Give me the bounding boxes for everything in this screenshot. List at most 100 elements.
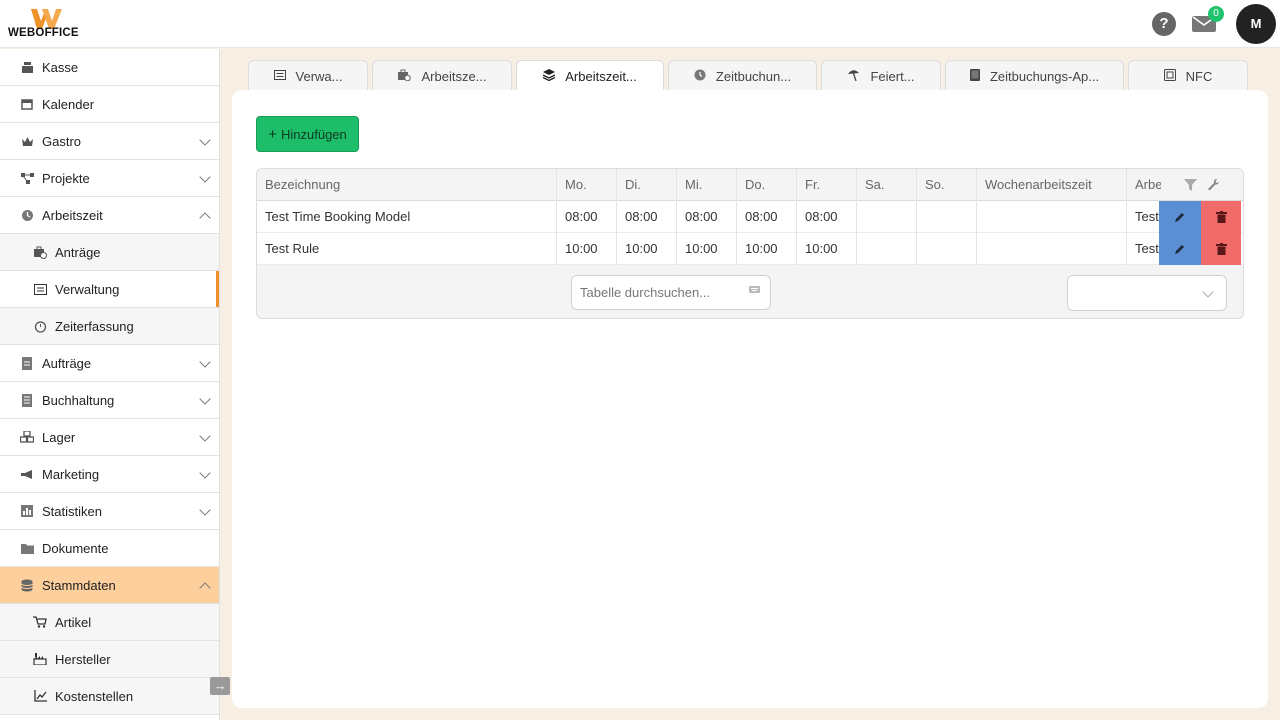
- ledger-icon: [20, 393, 34, 407]
- sidebar-item-statistiken[interactable]: Statistiken: [0, 493, 219, 530]
- sidebar-item-label: Aufträge: [42, 355, 92, 371]
- tab-zeitbuchungs-app[interactable]: Zeitbuchungs-Ap...: [945, 60, 1124, 91]
- search-placeholder: Tabelle durchsuchen...: [580, 285, 711, 300]
- chevron-down-icon[interactable]: [199, 430, 211, 442]
- sidebar-item-kasse[interactable]: Kasse: [0, 49, 219, 86]
- project-diagram-icon: [20, 171, 34, 185]
- umbrella-beach-icon: [847, 69, 860, 84]
- delete-button[interactable]: [1201, 201, 1241, 233]
- column-header[interactable]: Di.: [617, 169, 677, 201]
- folder-icon: [20, 541, 34, 555]
- sidebar-item-label: Verwaltung: [55, 281, 120, 297]
- help-icon[interactable]: ?: [1152, 12, 1176, 36]
- chevron-down-icon[interactable]: [199, 171, 211, 183]
- sidebar-item-projekte[interactable]: Projekte: [0, 160, 219, 197]
- column-header[interactable]: So.: [917, 169, 977, 201]
- sidebar-item-verwaltung[interactable]: Verwaltung: [0, 271, 219, 308]
- column-header[interactable]: Fr.: [797, 169, 857, 201]
- sidebar-item-dokumente[interactable]: Dokumente: [0, 530, 219, 567]
- sidebar-item-hersteller[interactable]: Hersteller: [0, 641, 219, 678]
- table-header-row: Bezeichnung Mo. Di. Mi. Do. Fr. Sa. So. …: [257, 169, 1243, 201]
- trash-icon: [1215, 211, 1227, 223]
- sidebar-item-gastro[interactable]: Gastro: [0, 123, 219, 160]
- chevron-down-icon[interactable]: [199, 134, 211, 146]
- sidebar-item-zeiterfassung[interactable]: Zeiterfassung: [0, 308, 219, 345]
- tab-label: NFC: [1185, 68, 1213, 84]
- sidebar-item-label: Lager: [42, 429, 76, 445]
- clock-icon: [20, 208, 34, 222]
- sidebar-item-buchhaltung[interactable]: Buchhaltung: [0, 382, 219, 419]
- sidebar-item-label: Buchhaltung: [42, 392, 115, 408]
- layers-icon: [542, 68, 556, 84]
- tab-arbeitszeitmodelle[interactable]: Arbeitszeit...: [516, 60, 664, 91]
- sidebar-collapse-button[interactable]: →: [210, 677, 230, 695]
- table-cell: 08:00: [737, 201, 797, 233]
- sidebar-item-kostenstellen[interactable]: Kostenstellen: [0, 678, 219, 715]
- sidebar-item-lager[interactable]: Lager: [0, 419, 219, 456]
- filter-icon[interactable]: [1184, 179, 1197, 191]
- tab-label: Zeitbuchun...: [715, 68, 792, 84]
- crown-icon: [20, 134, 34, 148]
- sidebar-item-label: Kostenstellen: [55, 688, 134, 704]
- column-header[interactable]: Mi.: [677, 169, 737, 201]
- table-cell: 08:00: [797, 201, 857, 233]
- sidebar-item-label: Projekte: [42, 170, 90, 186]
- file-icon: [20, 356, 34, 370]
- table-row[interactable]: Test Time Booking Model 08:00 08:00 08:0…: [257, 201, 1243, 233]
- sidebar-item-marketing[interactable]: Marketing: [0, 456, 219, 493]
- chevron-down-icon[interactable]: [199, 467, 211, 479]
- briefcase-clock-icon: [397, 69, 412, 84]
- sidebar-item-label: Hersteller: [55, 651, 111, 667]
- edit-button[interactable]: [1159, 201, 1201, 233]
- top-bar: WEBOFFICE ? 0 M: [0, 0, 1280, 48]
- chevron-up-icon[interactable]: [199, 212, 211, 224]
- cart-icon: [33, 615, 47, 629]
- tab-feiertage[interactable]: Feiert...: [821, 60, 941, 91]
- tab-zeitbuchungen[interactable]: Zeitbuchun...: [668, 60, 817, 91]
- factory-icon: [33, 652, 47, 666]
- pencil-icon: [1175, 213, 1184, 222]
- sidebar-item-label: Dokumente: [42, 540, 109, 556]
- user-avatar[interactable]: M: [1236, 4, 1276, 44]
- sidebar-item-antraege[interactable]: Anträge: [0, 234, 219, 271]
- column-header[interactable]: Wochenarbeitszeit: [977, 169, 1127, 201]
- column-header[interactable]: Do.: [737, 169, 797, 201]
- chevron-down-icon[interactable]: [199, 393, 211, 405]
- table-search-input[interactable]: Tabelle durchsuchen...: [571, 275, 771, 310]
- sidebar-item-label: Kasse: [42, 59, 79, 75]
- boxes-icon: [20, 430, 34, 444]
- edit-button[interactable]: [1159, 233, 1201, 265]
- tab-verwaltung[interactable]: Verwa...: [248, 60, 368, 91]
- tab-label: Arbeitszeit...: [565, 68, 637, 84]
- column-header[interactable]: Sa.: [857, 169, 917, 201]
- table-row[interactable]: Test Rule 10:00 10:00 10:00 10:00 10:00 …: [257, 233, 1243, 265]
- database-icon: [20, 578, 34, 592]
- chevron-down-icon[interactable]: [199, 356, 211, 368]
- sidebar-item-label: Anträge: [55, 244, 101, 260]
- chevron-down-icon[interactable]: [199, 504, 211, 516]
- tab-nfc[interactable]: NFC: [1128, 60, 1248, 91]
- column-header[interactable]: Bezeichnung: [257, 169, 557, 201]
- table-cell: 08:00: [617, 201, 677, 233]
- sidebar-item-arbeitszeit[interactable]: Arbeitszeit: [0, 197, 219, 234]
- table-cell: Test: [1135, 209, 1159, 224]
- column-header[interactable]: Arbe: [1127, 169, 1161, 201]
- delete-button[interactable]: [1201, 233, 1241, 265]
- tab-arbeitszeit-antraege[interactable]: Arbeitsze...: [372, 60, 512, 91]
- sidebar-item-stammdaten[interactable]: Stammdaten: [0, 567, 219, 604]
- brand-name: WEBOFFICE: [8, 27, 79, 39]
- sidebar-item-label: Stammdaten: [42, 577, 116, 593]
- sidebar-item-auftraege[interactable]: Aufträge: [0, 345, 219, 382]
- add-button[interactable]: + Hinzufügen: [256, 116, 359, 152]
- megaphone-icon: [20, 467, 34, 481]
- chevron-up-icon[interactable]: [199, 582, 211, 594]
- page-size-select[interactable]: [1067, 275, 1227, 311]
- column-header[interactable]: Mo.: [557, 169, 617, 201]
- table-cell: Test Time Booking Model: [257, 201, 557, 233]
- chart-icon: [20, 504, 34, 518]
- wrench-icon[interactable]: [1207, 178, 1220, 191]
- sidebar-item-artikel[interactable]: Artikel: [0, 604, 219, 641]
- trash-icon: [1215, 243, 1227, 255]
- table-cell: 10:00: [557, 233, 617, 265]
- sidebar-item-kalender[interactable]: Kalender: [0, 86, 219, 123]
